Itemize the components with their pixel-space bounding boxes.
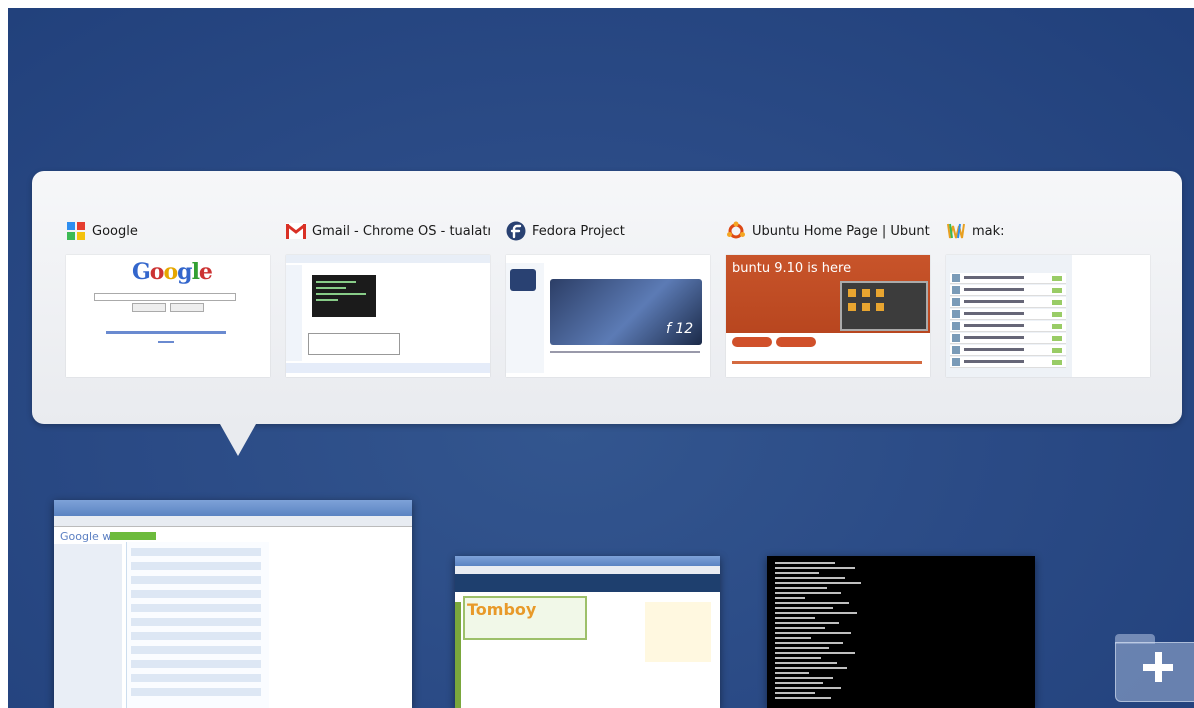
tab-thumbnail[interactable]: buntu 9.10 is here xyxy=(726,255,930,377)
popup-pointer xyxy=(220,424,256,456)
thumb-toolbar xyxy=(286,255,490,263)
tab-header: Ubuntu Home Page | Ubuntu xyxy=(726,219,930,243)
window-tomboy-browser[interactable]: Tomboy xyxy=(455,556,720,708)
wave-new-button xyxy=(110,532,156,540)
tab-title: Google xyxy=(92,223,138,239)
tab-header: Gmail - Chrome OS - tualatri... xyxy=(286,219,490,243)
plus-icon xyxy=(1143,652,1173,682)
thumb-screenshot xyxy=(840,281,928,331)
tab-header: mak: xyxy=(946,219,1150,243)
window-tabstrip xyxy=(54,500,412,516)
thumb-search-box xyxy=(94,293,236,301)
tab-header: Fedora Project xyxy=(506,219,710,243)
tab-thumbnail[interactable]: Google xyxy=(66,255,270,377)
tab-thumbnail[interactable] xyxy=(946,255,1150,377)
thumb-text xyxy=(550,351,700,353)
tab-card-wave[interactable]: mak: xyxy=(946,219,1150,377)
thumb-links xyxy=(158,341,174,343)
thumb-button xyxy=(132,303,166,312)
thumb-sidebar xyxy=(286,265,302,361)
window-tabstrip xyxy=(455,556,720,566)
tab-header: Google xyxy=(66,219,270,243)
window-header xyxy=(455,574,720,592)
fedora-logo xyxy=(510,269,536,291)
tomboy-logo: Tomboy xyxy=(467,600,537,619)
tab-card-google[interactable]: Google Google xyxy=(66,219,270,377)
tab-thumbnail[interactable]: f 12 xyxy=(506,255,710,377)
tab-popup: Google Google Gmail - Chrome OS - tualat… xyxy=(32,171,1182,456)
thumb-reply-box xyxy=(308,333,400,355)
tab-thumbnail[interactable] xyxy=(286,255,490,377)
google-icon xyxy=(66,221,86,241)
window-sidebar xyxy=(455,602,461,708)
thumb-download-button xyxy=(732,337,772,347)
tab-title: Gmail - Chrome OS - tualatri... xyxy=(312,223,490,239)
thumb-footer xyxy=(286,363,490,373)
tab-card-ubuntu[interactable]: Ubuntu Home Page | Ubuntu buntu 9.10 is … xyxy=(726,219,930,377)
tab-title: mak: xyxy=(972,223,1005,239)
fedora-release-badge: f 12 xyxy=(666,321,694,337)
window-terminal[interactable] xyxy=(767,556,1035,708)
thumb-tour-button xyxy=(776,337,816,347)
window-sidebar xyxy=(54,544,122,708)
tab-card-fedora[interactable]: Fedora Project f 12 xyxy=(506,219,710,377)
overview-background: Google Google Gmail - Chrome OS - tualat… xyxy=(8,8,1194,708)
tab-title: Ubuntu Home Page | Ubuntu xyxy=(752,223,930,239)
window-address-bar xyxy=(54,516,412,527)
gmail-icon xyxy=(286,221,306,241)
window-panel xyxy=(645,602,711,662)
thumb-button xyxy=(170,303,204,312)
wave-icon xyxy=(946,221,966,241)
thumb-inbox xyxy=(946,255,1072,377)
thumb-footer xyxy=(732,361,922,364)
window-wave-browser[interactable]: Google wave xyxy=(54,500,412,708)
new-window-button[interactable] xyxy=(1115,634,1194,702)
google-logo: Google xyxy=(132,259,213,285)
tab-card-gmail[interactable]: Gmail - Chrome OS - tualatri... xyxy=(286,219,490,377)
window-inbox-list xyxy=(126,542,269,708)
tab-title: Fedora Project xyxy=(532,223,625,239)
terminal-output xyxy=(775,562,865,702)
fedora-icon xyxy=(506,221,526,241)
thumb-heading: buntu 9.10 is here xyxy=(732,261,852,276)
thumb-screenshot xyxy=(312,275,376,317)
thumb-links xyxy=(106,331,226,334)
ubuntu-icon xyxy=(726,221,746,241)
